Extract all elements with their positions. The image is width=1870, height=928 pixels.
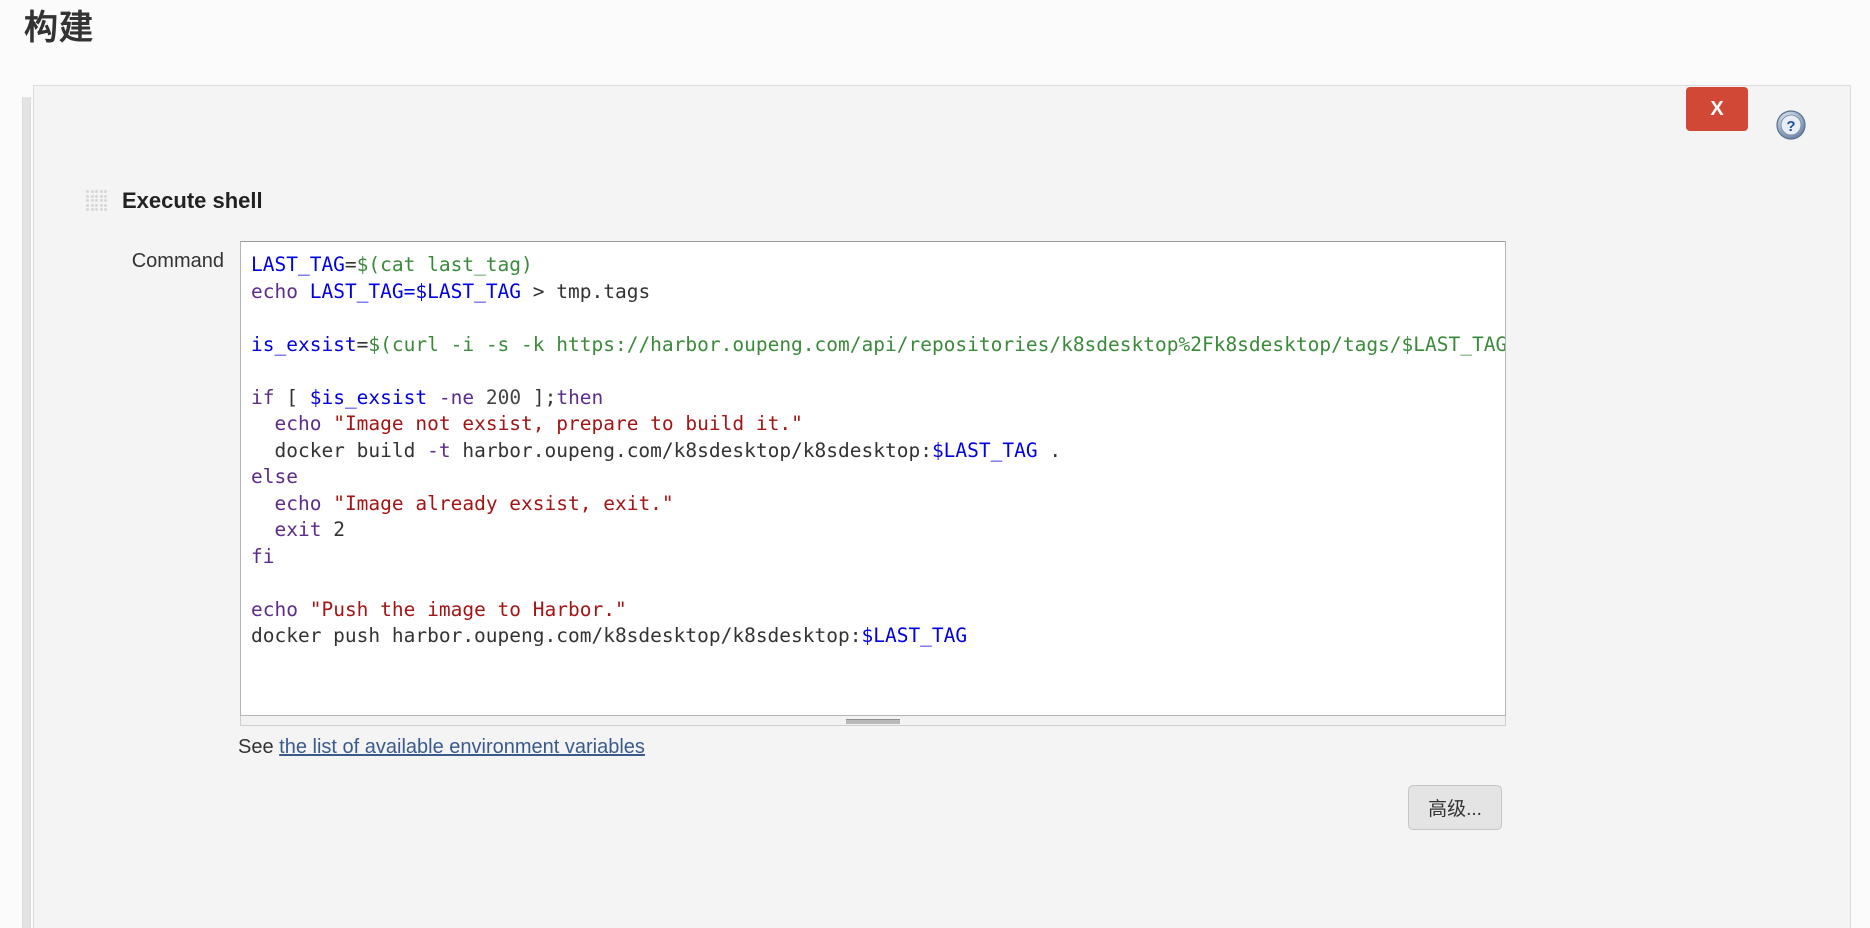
horizontal-resize-grip-icon[interactable] [240,716,1506,726]
code-line: fi [251,544,1505,571]
close-button[interactable]: X [1686,87,1748,131]
code-token: $(cat last_tag) [356,253,533,276]
grip-dots-icon[interactable] [86,190,108,212]
code-line: docker build -t harbor.oupeng.com/k8sdes… [251,438,1505,465]
code-token: "Image not exsist, prepare to build it." [333,412,803,435]
code-token: = [344,253,357,276]
code-token: echo [274,412,322,435]
code-token: 2 [321,518,345,541]
code-token: echo [251,597,298,621]
code-token: "Push the image to Harbor." [309,597,627,621]
code-token: echo [251,279,298,303]
code-token: = [356,332,369,356]
command-label: Command [131,250,224,272]
help-circle-icon[interactable]: ? [1776,110,1806,140]
code-token: harbor.oupeng.com/k8sdesktop/k8sdesktop: [450,438,932,462]
code-token: [ [274,385,310,409]
code-token: $is_exsist [309,385,428,409]
code-line: else [251,464,1505,491]
environment-variables-link[interactable]: the list of available environment variab… [279,736,645,758]
section-header: Execute shell [86,188,263,214]
code-token: $LAST_TAG [861,624,968,647]
see-prefix-text: See [238,736,280,758]
code-line: if [ $is_exsist -ne 200 ];then [251,385,1505,412]
code-token: LAST_TAG [251,253,345,276]
code-token: . [1037,438,1062,462]
code-token: ]; [521,385,557,409]
environment-variables-line: See the list of available environment va… [238,736,645,759]
section-title: Execute shell [122,188,263,213]
code-token: LAST_TAG=$LAST_TAG [309,279,522,303]
code-token: docker push harbor.oupeng.com/k8sdesktop… [251,624,862,647]
code-token: docker build [251,438,428,462]
execute-shell-panel: Execute shell Command LAST_TAG=$(cat las… [33,85,1851,928]
code-token: then [556,385,604,409]
code-token: is_exsist [251,332,357,356]
code-token: -t [427,438,451,462]
code-token: "Image already exsist, exit." [333,491,674,515]
code-token: 200 [485,385,522,409]
code-token: else [251,465,298,488]
code-token: if [251,385,275,409]
code-line: docker push harbor.oupeng.com/k8sdesktop… [251,623,1505,650]
code-token: -ne [438,385,475,409]
code-line: echo "Image already exsist, exit." [251,491,1505,518]
code-token: echo [274,491,322,515]
code-line: echo "Push the image to Harbor." [251,597,1505,624]
command-textarea[interactable]: LAST_TAG=$(cat last_tag) echo LAST_TAG=$L… [240,241,1506,716]
code-line: echo "Image not exsist, prepare to build… [251,411,1505,438]
code-line: echo LAST_TAG=$LAST_TAG > tmp.tags [251,279,1505,306]
svg-text:?: ? [1786,118,1795,135]
code-token: $(curl -i -s -k https://harbor.oupeng.co… [368,332,1506,356]
code-token: $LAST_TAG [931,438,1038,462]
code-token: > tmp.tags [521,279,651,303]
command-field-wrapper: LAST_TAG=$(cat last_tag) echo LAST_TAG=$L… [240,241,1506,726]
code-token: exit [274,518,322,541]
panel-drag-strip[interactable] [22,97,31,928]
page-title: 构建 [24,9,94,47]
code-line: is_exsist=$(curl -i -s -k https://harbor… [251,332,1505,359]
code-token: fi [251,544,275,568]
code-line: LAST_TAG=$(cat last_tag) [251,252,1505,279]
code-line: exit 2 [251,517,1505,544]
advanced-button[interactable]: 高级... [1408,785,1502,830]
command-code-content: LAST_TAG=$(cat last_tag) echo LAST_TAG=$L… [251,252,1505,650]
